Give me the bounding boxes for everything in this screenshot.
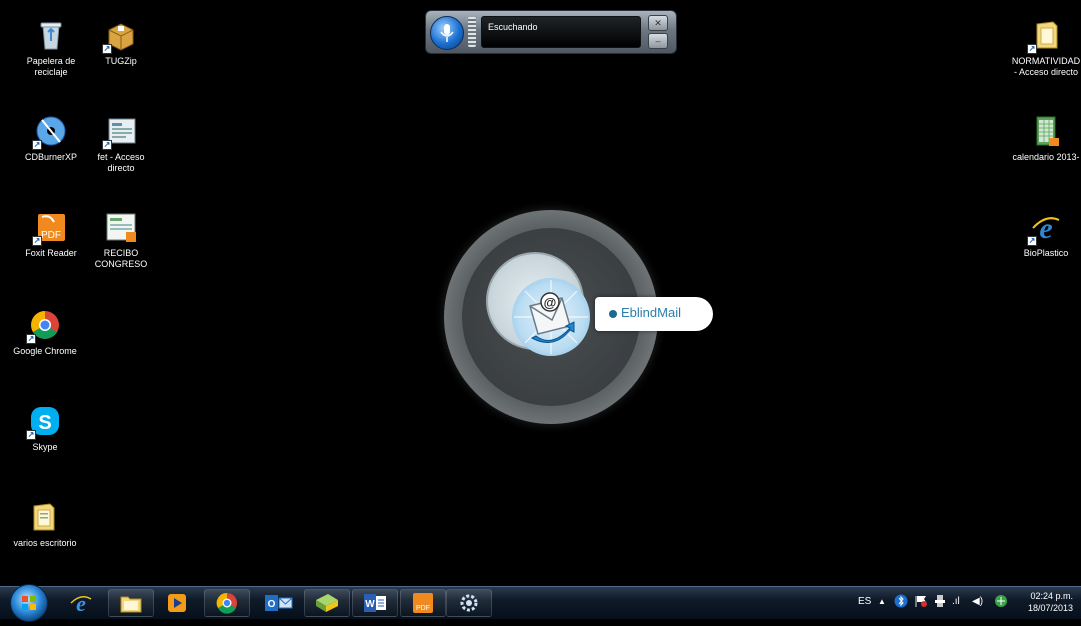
close-button[interactable]: ✕ (648, 15, 668, 31)
taskbar-google-chrome[interactable] (204, 589, 250, 617)
eblindmail-button[interactable]: @ (512, 278, 590, 356)
desktop-icon-label: CDBurnerXP (24, 152, 78, 162)
desktop: Papelera de reciclaje ↗ TUGZip ↗ CDBurne… (0, 0, 1081, 586)
taskbar-word[interactable]: W (352, 589, 398, 617)
microphone-button[interactable] (430, 16, 464, 50)
desktop-icon-skype[interactable]: S ↗ Skype (2, 400, 88, 453)
taskbar: e O W PDF ES ▲ .ıl ◀) 02:24 p.m. 18/07/2… (0, 584, 1081, 622)
taskbar-file-explorer[interactable] (108, 589, 154, 617)
svg-text:S: S (38, 412, 51, 434)
speech-status: Escuchando (481, 16, 641, 48)
taskbar-paint[interactable] (304, 589, 350, 617)
desktop-icon-calendario[interactable]: calendario 2013- (1003, 110, 1081, 163)
desktop-icon-label: fet - Acceso directo (97, 152, 145, 173)
desktop-icon-label: Google Chrome (13, 346, 77, 356)
media-player-icon (168, 594, 186, 612)
desktop-icon-bioplastico[interactable]: e ↗ BioPlastico (1003, 206, 1081, 259)
microphone-icon (440, 24, 454, 42)
fet-icon: ↗ (102, 114, 138, 150)
svg-text:W: W (365, 599, 375, 610)
taskbar-internet-explorer[interactable]: e (58, 589, 104, 617)
desktop-icon-label: calendario 2013- (1012, 152, 1080, 162)
svg-text:@: @ (544, 295, 557, 310)
folder-shortcut-icon: ↗ (1027, 18, 1063, 54)
desktop-icon-label: NORMATIVIDAD - Acceso directo (1011, 56, 1081, 77)
app-label: EblindMail (621, 305, 681, 320)
internet-explorer-icon: e (70, 591, 92, 615)
tugzip-icon: ↗ (102, 18, 138, 54)
taskbar-foxit-reader[interactable]: PDF (400, 589, 446, 617)
signal-icon[interactable]: .ıl (952, 596, 960, 607)
clock-time: 02:24 p.m. (1030, 591, 1073, 601)
show-hidden-icons-button[interactable]: ▲ (878, 597, 886, 606)
desktop-icon-varios-escritorio[interactable]: varios escritorio (2, 496, 88, 549)
desktop-icon-normatividad[interactable]: ↗ NORMATIVIDAD - Acceso directo (1003, 14, 1081, 78)
gear-icon (460, 594, 478, 612)
recibo-congreso-icon (104, 210, 138, 244)
desktop-icon-label: Skype (32, 442, 58, 452)
google-chrome-icon (216, 592, 237, 614)
cdburnerxp-icon: ↗ (32, 114, 68, 150)
svg-text:PDF: PDF (416, 605, 430, 612)
folder-icon (28, 500, 62, 534)
start-button[interactable] (10, 584, 48, 622)
google-chrome-icon: ↗ (26, 308, 62, 344)
taskbar-media-player[interactable] (154, 589, 200, 617)
power-icon[interactable] (934, 594, 946, 611)
svg-text:e: e (76, 591, 86, 615)
grip-handle[interactable] (468, 17, 476, 47)
app-label-tooltip: EblindMail (595, 297, 713, 331)
minimize-button[interactable]: – (648, 33, 668, 49)
clock-date: 18/07/2013 (1027, 603, 1073, 613)
email-icon: @ (514, 280, 588, 354)
recycle-bin-icon (34, 18, 68, 52)
desktop-icon-google-chrome[interactable]: ↗ Google Chrome (2, 304, 88, 357)
desktop-icon-label: RECIBO CONGRESO (94, 248, 148, 269)
desktop-icon-recibo-congreso[interactable]: RECIBO CONGRESO (78, 206, 164, 270)
paint-icon (316, 594, 338, 612)
svg-text:e: e (1039, 212, 1052, 244)
desktop-icon-label: Foxit Reader (25, 248, 77, 258)
desktop-icon-fet[interactable]: ↗ fet - Acceso directo (78, 110, 164, 174)
system-tray: ES ▲ .ıl ◀) 02:24 p.m. 18/07/2013 (856, 587, 1081, 619)
clock[interactable]: 02:24 p.m. 18/07/2013 (1028, 590, 1073, 614)
internet-explorer-icon: e ↗ (1027, 210, 1063, 246)
foxit-reader-icon: PDF (413, 593, 433, 613)
bluetooth-icon[interactable] (894, 594, 908, 611)
spreadsheet-icon (1029, 114, 1063, 148)
eye-icon (609, 310, 617, 318)
taskbar-settings[interactable] (446, 589, 492, 617)
windows-logo-icon (22, 596, 36, 610)
desktop-icon-label: BioPlastico (1023, 248, 1069, 258)
language-indicator[interactable]: ES (858, 596, 871, 607)
svg-text:PDF: PDF (41, 230, 61, 241)
outlook-icon: O (265, 595, 293, 611)
speech-recognition-bar[interactable]: Escuchando ✕ – (425, 10, 677, 54)
action-center-flag-icon[interactable] (914, 594, 928, 611)
volume-icon[interactable]: ◀) (972, 596, 983, 607)
svg-text:O: O (268, 599, 276, 610)
skype-icon: S ↗ (26, 404, 62, 440)
taskbar-outlook[interactable]: O (256, 589, 302, 617)
desktop-icon-label: Papelera de reciclaje (26, 56, 76, 77)
foxit-reader-icon: PDF ↗ (32, 210, 68, 246)
folder-icon (120, 596, 142, 613)
desktop-icon-tugzip[interactable]: ↗ TUGZip (78, 14, 164, 67)
desktop-icon-label: varios escritorio (13, 538, 77, 548)
desktop-icon-label: TUGZip (105, 56, 137, 66)
network-icon[interactable] (994, 594, 1008, 611)
word-icon: W (364, 594, 386, 612)
